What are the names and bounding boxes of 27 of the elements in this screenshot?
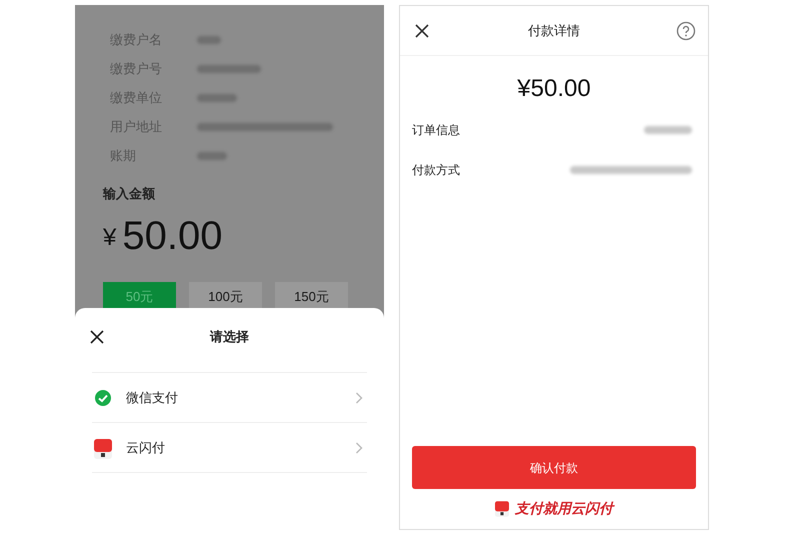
sheet-title: 请选择	[210, 328, 249, 346]
currency-sign: ¥	[103, 226, 116, 250]
blurred-value	[644, 126, 692, 134]
amount-value[interactable]: 50.00	[122, 216, 222, 256]
payment-method-item[interactable]: 云闪付	[92, 423, 367, 473]
chevron-icon	[355, 392, 363, 404]
close-icon[interactable]	[89, 329, 105, 345]
slogan-text: 支付就用云闪付	[515, 500, 613, 518]
field-label: 付款方式	[412, 162, 460, 179]
payment-amount: ¥50.00	[517, 74, 591, 104]
page-title: 付款详情	[528, 22, 580, 40]
blurred-value	[197, 94, 237, 102]
payment-method-item[interactable]: 微信支付	[92, 373, 367, 423]
amount-label: 输入金额	[103, 185, 156, 203]
app-icon	[94, 438, 112, 456]
chevron-icon	[355, 442, 363, 454]
blurred-value	[197, 36, 221, 44]
field-label: 订单信息	[412, 122, 460, 139]
method-label: 云闪付	[126, 438, 166, 457]
blurred-value	[197, 64, 261, 72]
confirm-payment-button[interactable]: 确认付款	[412, 446, 696, 489]
close-icon[interactable]	[414, 23, 430, 39]
app-icon	[495, 501, 509, 517]
help-icon[interactable]	[676, 21, 696, 41]
method-label: 微信支付	[126, 388, 179, 407]
blurred-value	[197, 152, 227, 160]
check-circle-icon	[94, 388, 112, 406]
